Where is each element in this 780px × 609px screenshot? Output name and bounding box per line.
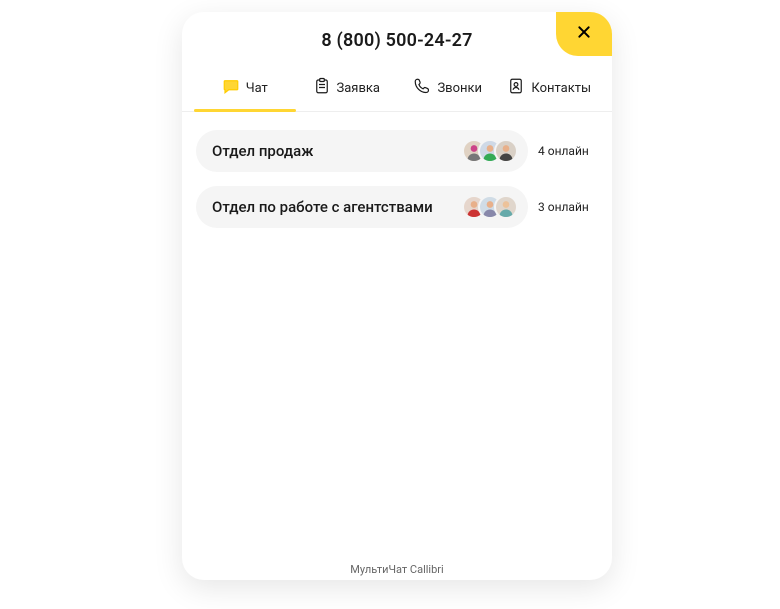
- avatar-stack: [462, 195, 518, 219]
- tab-request[interactable]: Заявка: [296, 69, 398, 111]
- header-phone[interactable]: 8 (800) 500-24-27: [182, 30, 612, 51]
- online-count: 4 онлайн: [538, 144, 598, 158]
- tab-label: Звонки: [437, 81, 482, 96]
- department-row: Отдел по работе с агентствами 3 онлайн: [196, 186, 598, 228]
- tab-bar: Чат Заявка Звонки: [182, 69, 612, 112]
- phone-icon: [413, 77, 431, 99]
- department-row: Отдел продаж 4 онлайн: [196, 130, 598, 172]
- tab-contacts[interactable]: Контакты: [499, 69, 601, 111]
- widget-footer: МультиЧат Callibri: [182, 557, 612, 580]
- department-item-agencies[interactable]: Отдел по работе с агентствами: [196, 186, 528, 228]
- tab-calls[interactable]: Звонки: [397, 69, 499, 111]
- widget-header: 8 (800) 500-24-27: [182, 12, 612, 51]
- department-list: Отдел продаж 4 онлайн Отдел по работе: [182, 112, 612, 557]
- chat-icon: [222, 77, 240, 99]
- form-icon: [313, 77, 331, 99]
- online-count: 3 онлайн: [538, 200, 598, 214]
- tab-chat[interactable]: Чат: [194, 69, 296, 111]
- department-item-sales[interactable]: Отдел продаж: [196, 130, 528, 172]
- avatar: [494, 139, 518, 163]
- department-name: Отдел продаж: [212, 142, 313, 160]
- contact-icon: [507, 77, 525, 99]
- tab-label: Контакты: [531, 81, 591, 96]
- chat-widget: 8 (800) 500-24-27 Чат Заявка: [182, 12, 612, 580]
- close-button[interactable]: [556, 12, 612, 56]
- close-icon: [576, 24, 592, 44]
- tab-label: Чат: [246, 81, 268, 96]
- tab-label: Заявка: [337, 81, 380, 96]
- footer-brand[interactable]: МультиЧат Callibri: [350, 563, 443, 576]
- department-name: Отдел по работе с агентствами: [212, 198, 433, 216]
- avatar-stack: [462, 139, 518, 163]
- avatar: [494, 195, 518, 219]
